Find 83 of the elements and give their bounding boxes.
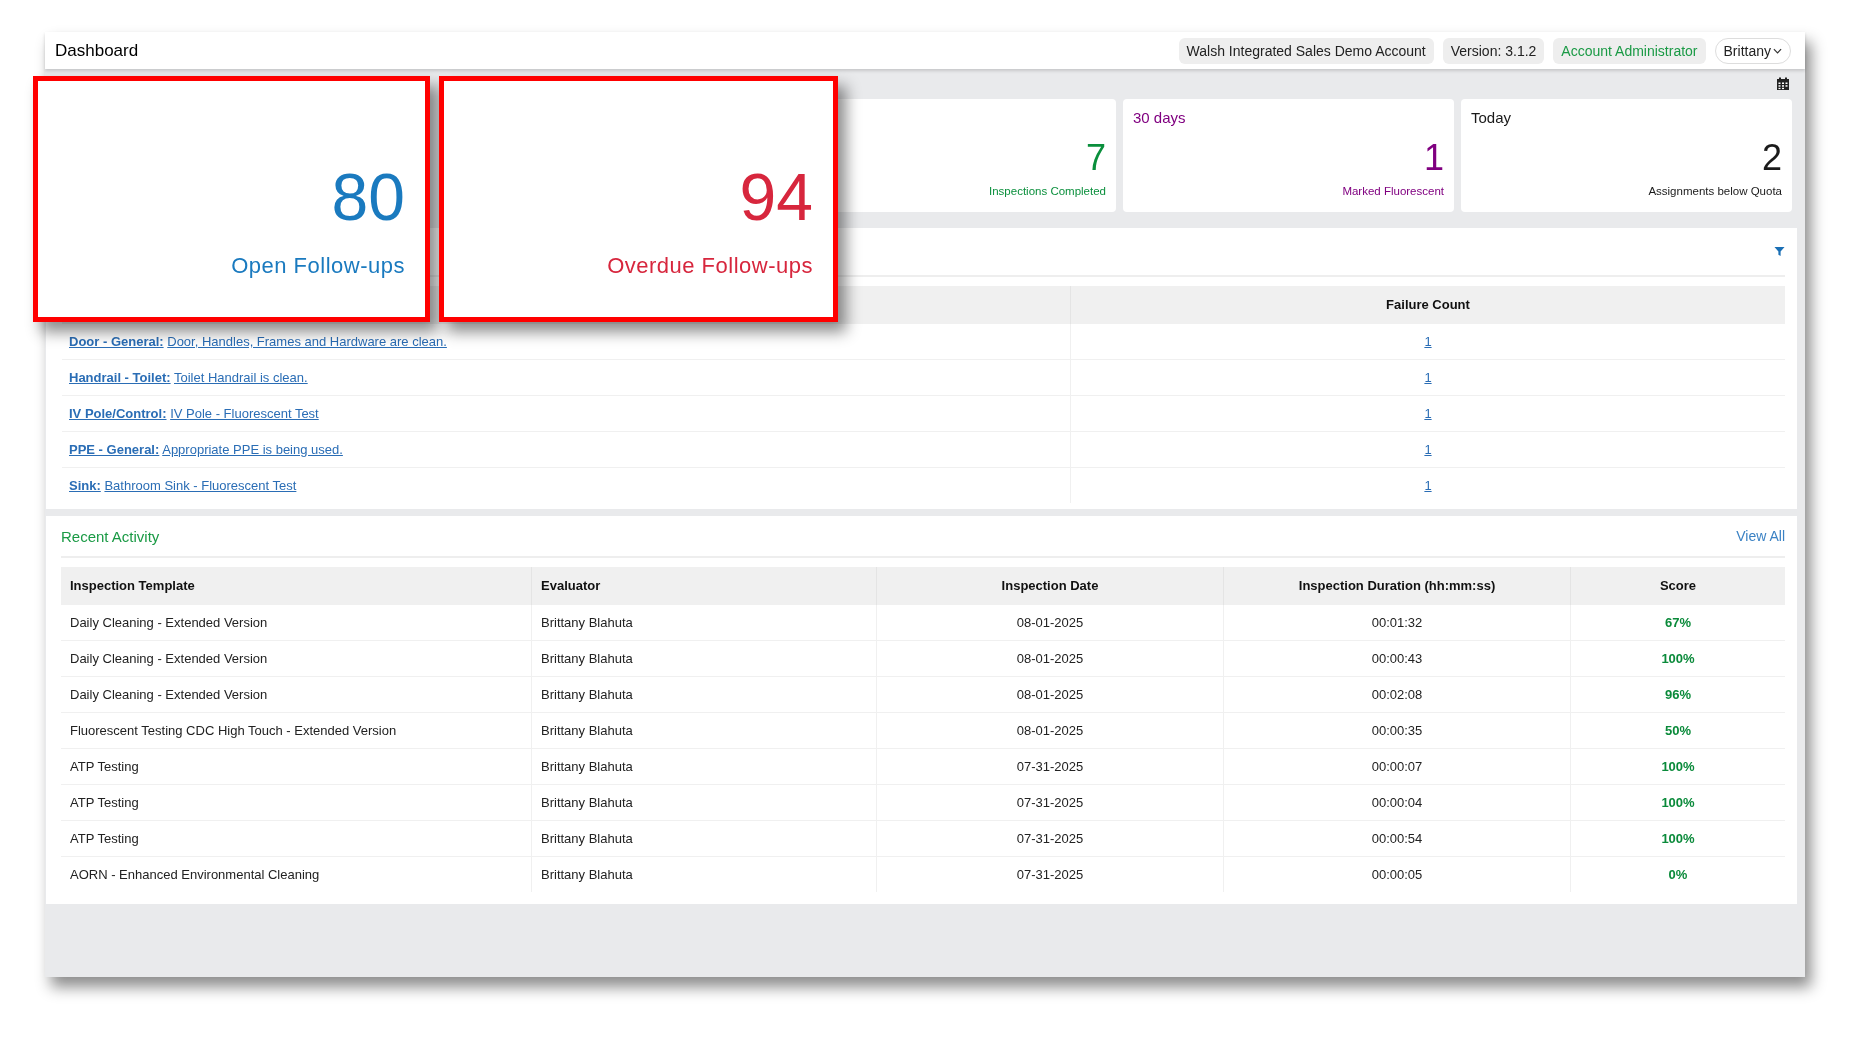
page-title: Dashboard: [55, 40, 139, 61]
table-cell: Brittany Blahuta: [531, 676, 877, 713]
table-cell: 08-01-2025: [876, 604, 1224, 641]
table-cell: 50%: [1570, 712, 1785, 749]
period-label: 30 days: [1133, 109, 1186, 126]
description-link[interactable]: Door, Handles, Frames and Hardware are clean.: [167, 334, 447, 349]
column-header: Failure Count: [1070, 286, 1785, 324]
table-cell: 00:00:54: [1223, 820, 1571, 857]
table-cell: 00:01:32: [1223, 604, 1571, 641]
table-cell: 07-31-2025: [876, 820, 1224, 857]
category-link[interactable]: PPE - General:: [69, 442, 160, 457]
stat-label: Inspections Completed: [988, 185, 1106, 197]
stat-label: Assignments below Quota: [1647, 185, 1782, 197]
table-cell: 08-01-2025: [876, 640, 1224, 677]
table-cell: Brittany Blahuta: [531, 748, 877, 785]
table-cell: 00:00:05: [1223, 856, 1571, 892]
table-cell: 00:00:35: [1223, 712, 1571, 749]
version-label: Version: 3.1.2: [1442, 37, 1545, 64]
table-cell: 07-31-2025: [876, 748, 1224, 785]
calendar-icon[interactable]: [1776, 77, 1790, 91]
category-link[interactable]: Sink:: [69, 478, 101, 493]
column-header: Inspection Template: [61, 567, 532, 605]
user-menu-button[interactable]: Brittany: [1714, 37, 1791, 64]
description-link[interactable]: Appropriate PPE is being used.: [162, 442, 343, 457]
column-header: Inspection Date: [876, 567, 1224, 605]
account-name: Walsh Integrated Sales Demo Account: [1178, 37, 1434, 64]
stat-value: 7: [1084, 137, 1106, 179]
category-link[interactable]: Handrail - Toilet:: [69, 370, 171, 385]
description-link[interactable]: Toilet Handrail is clean.: [174, 370, 308, 385]
table-cell: 0%: [1570, 856, 1785, 892]
description-link[interactable]: Bathroom Sink - Fluorescent Test: [104, 478, 297, 493]
table-cell: 96%: [1570, 676, 1785, 713]
table-cell: 00:02:08: [1223, 676, 1571, 713]
table-cell: AORN - Enhanced Environmental Cleaning: [61, 856, 532, 892]
column-header: Score: [1570, 567, 1785, 605]
table-cell: 00:00:07: [1223, 748, 1571, 785]
view-all-link[interactable]: View All: [1736, 528, 1785, 544]
table-cell: 00:00:04: [1223, 784, 1571, 821]
table-cell: Daily Cleaning - Extended Version: [61, 640, 532, 677]
table-cell: 100%: [1570, 784, 1785, 821]
table-cell: 100%: [1570, 640, 1785, 677]
table-cell: ATP Testing: [61, 820, 532, 857]
failure-count-link[interactable]: 1: [1424, 478, 1432, 493]
stat-label: Open Follow-ups: [231, 253, 405, 279]
table-cell: 100%: [1570, 820, 1785, 857]
failure-count-link[interactable]: 1: [1424, 370, 1432, 385]
category-link[interactable]: Door - General:: [69, 334, 164, 349]
failure-count-link[interactable]: 1: [1424, 406, 1432, 421]
section-title: Recent Activity: [61, 527, 160, 545]
stat-label: Marked Fluorescent: [1341, 185, 1444, 197]
column-header: Inspection Duration (hh:mm:ss): [1223, 567, 1571, 605]
stat-value: 2: [1760, 137, 1782, 179]
column-header: Evaluator: [531, 567, 877, 605]
description-link[interactable]: IV Pole - Fluorescent Test: [170, 406, 319, 421]
stat-value: 94: [739, 159, 813, 235]
table-cell: Brittany Blahuta: [531, 856, 877, 892]
table-cell: Brittany Blahuta: [531, 640, 877, 677]
chevron-icon: [1773, 47, 1782, 54]
table-cell: Brittany Blahuta: [531, 784, 877, 821]
table-cell: 07-31-2025: [876, 856, 1224, 892]
table-cell: 100%: [1570, 748, 1785, 785]
table-cell: Brittany Blahuta: [531, 604, 877, 641]
table-cell: 67%: [1570, 604, 1785, 641]
stat-label: Overdue Follow-ups: [607, 253, 813, 279]
table-cell: ATP Testing: [61, 748, 532, 785]
table-cell: 08-01-2025: [876, 712, 1224, 749]
table-cell: Daily Cleaning - Extended Version: [61, 676, 532, 713]
category-link[interactable]: IV Pole/Control:: [69, 406, 167, 421]
table-cell: Fluorescent Testing CDC High Touch - Extended Version: [61, 712, 532, 749]
stat-value: 80: [331, 159, 405, 235]
table-cell: 00:00:43: [1223, 640, 1571, 677]
filter-icon[interactable]: [1774, 246, 1785, 257]
role-label: Account Administrator: [1553, 37, 1706, 64]
table-cell: Daily Cleaning - Extended Version: [61, 604, 532, 641]
table-cell: Brittany Blahuta: [531, 712, 877, 749]
failure-count-link[interactable]: 1: [1424, 442, 1432, 457]
period-label: Today: [1471, 109, 1512, 126]
table-cell: 07-31-2025: [876, 784, 1224, 821]
stat-value: 1: [1422, 137, 1444, 179]
failure-count-link[interactable]: 1: [1424, 334, 1432, 349]
table-cell: ATP Testing: [61, 784, 532, 821]
table-cell: 08-01-2025: [876, 676, 1224, 713]
table-cell: Brittany Blahuta: [531, 820, 877, 857]
